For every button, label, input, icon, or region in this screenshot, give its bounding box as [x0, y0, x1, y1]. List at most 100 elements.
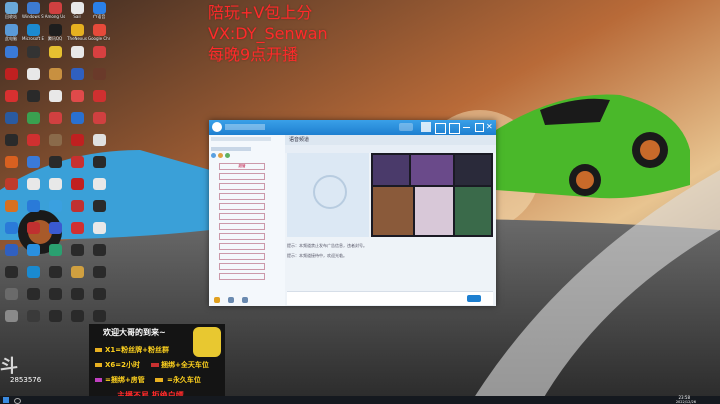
desktop-icon[interactable]	[66, 198, 88, 220]
desktop-icon[interactable]	[66, 176, 88, 198]
desktop-icon[interactable]	[22, 176, 44, 198]
minimize-icon[interactable]	[463, 127, 470, 128]
desktop-icon[interactable]	[88, 88, 110, 110]
room-tabs[interactable]	[285, 145, 496, 153]
desktop-icon[interactable]: Sail	[66, 0, 88, 22]
desktop-icon[interactable]	[44, 286, 66, 308]
desktop-icon[interactable]	[22, 44, 44, 66]
home-icon[interactable]	[421, 122, 431, 132]
avatar[interactable]	[212, 122, 222, 132]
desktop-icon[interactable]	[22, 154, 44, 176]
member-row[interactable]: 超管	[211, 163, 265, 170]
desktop-icon[interactable]	[22, 198, 44, 220]
desktop-icon[interactable]	[0, 154, 22, 176]
desktop-icon[interactable]: Google Chrome	[88, 22, 110, 44]
member-row[interactable]	[211, 203, 265, 210]
send-button[interactable]	[467, 295, 481, 302]
desktop-icon[interactable]	[66, 220, 88, 242]
side-footer-toolbar[interactable]	[211, 295, 283, 305]
desktop-icon[interactable]	[22, 286, 44, 308]
desktop-icon[interactable]	[66, 132, 88, 154]
desktop-icon[interactable]	[22, 110, 44, 132]
desktop-icon[interactable]	[66, 242, 88, 264]
desktop-icon[interactable]	[88, 154, 110, 176]
desktop-icon[interactable]: Microsoft Edge	[22, 22, 44, 44]
member-row[interactable]	[211, 243, 265, 250]
desktop-icon[interactable]	[22, 264, 44, 286]
desktop-icon[interactable]	[88, 198, 110, 220]
settings-icon[interactable]	[449, 123, 460, 134]
desktop-icon[interactable]	[88, 66, 110, 88]
desktop-icon[interactable]	[22, 220, 44, 242]
channel-group[interactable]	[211, 147, 251, 151]
desktop-icon[interactable]	[44, 220, 66, 242]
desktop-icon[interactable]: YY语音	[88, 0, 110, 22]
desktop-icon[interactable]	[66, 308, 88, 330]
desktop-icon[interactable]	[88, 220, 110, 242]
headset-icon[interactable]	[241, 297, 248, 303]
search-icon[interactable]	[14, 398, 21, 404]
desktop-icon[interactable]	[88, 176, 110, 198]
desktop-icon[interactable]	[0, 132, 22, 154]
desktop-icon[interactable]	[66, 154, 88, 176]
desktop-icon[interactable]	[0, 286, 22, 308]
desktop-icon[interactable]	[44, 198, 66, 220]
desktop-icon[interactable]: Among Us	[44, 0, 66, 22]
desktop-icon[interactable]	[66, 66, 88, 88]
qq-voice-window[interactable]: ✕ 超管 语音频道 提示：本频道禁止发布广告信息，违者封号。 提示：本频道接待中…	[209, 120, 496, 306]
desktop-icon[interactable]: 此电脑	[0, 22, 22, 44]
desktop-icon[interactable]	[0, 44, 22, 66]
member-row[interactable]	[211, 193, 265, 200]
desktop-icon[interactable]	[66, 110, 88, 132]
desktop-icon[interactable]	[44, 88, 66, 110]
message-input[interactable]	[287, 291, 493, 305]
desktop-icon[interactable]	[44, 154, 66, 176]
desktop-icon[interactable]	[0, 88, 22, 110]
desktop-icon[interactable]	[66, 44, 88, 66]
desktop-icon[interactable]	[0, 66, 22, 88]
member-row[interactable]	[211, 213, 265, 220]
desktop-icon[interactable]	[44, 264, 66, 286]
desktop-icon[interactable]: TheNexus	[66, 22, 88, 44]
member-row[interactable]	[211, 273, 265, 280]
clock-date[interactable]: 2022/12/26	[676, 400, 696, 404]
start-icon[interactable]	[3, 397, 9, 403]
desktop-icon[interactable]	[88, 132, 110, 154]
desktop-icon[interactable]	[0, 176, 22, 198]
desktop-icon[interactable]	[66, 264, 88, 286]
desktop-icon[interactable]	[0, 264, 22, 286]
desktop-icon[interactable]	[88, 264, 110, 286]
desktop-icon[interactable]	[0, 308, 22, 330]
desktop-icon[interactable]: 回收站	[0, 0, 22, 22]
desktop-icon[interactable]	[88, 44, 110, 66]
desktop-icon[interactable]	[88, 286, 110, 308]
desktop-icon[interactable]	[22, 308, 44, 330]
close-icon[interactable]: ✕	[486, 122, 493, 131]
member-row[interactable]	[211, 253, 265, 260]
desktop-icon[interactable]	[22, 132, 44, 154]
desktop-icon[interactable]	[44, 176, 66, 198]
member-row[interactable]	[211, 173, 265, 180]
taskbar[interactable]: 23:58 2022/12/26	[0, 396, 720, 404]
desktop-icon[interactable]	[0, 220, 22, 242]
member-row[interactable]	[211, 263, 265, 270]
desktop-icon[interactable]	[0, 242, 22, 264]
desktop-icon[interactable]	[22, 242, 44, 264]
desktop-icon[interactable]	[44, 44, 66, 66]
member-row[interactable]	[211, 223, 265, 230]
window-titlebar[interactable]: ✕	[209, 120, 496, 135]
desktop-icon[interactable]	[44, 110, 66, 132]
desktop-icon[interactable]: Windows Startup	[22, 0, 44, 22]
desktop-icon[interactable]	[22, 88, 44, 110]
maximize-icon[interactable]	[475, 123, 484, 132]
desktop-icon[interactable]	[44, 242, 66, 264]
desktop-icon[interactable]	[0, 110, 22, 132]
desktop-icon[interactable]	[44, 66, 66, 88]
desktop-icon[interactable]	[66, 88, 88, 110]
mic-icon[interactable]	[214, 297, 220, 303]
member-row[interactable]	[211, 183, 265, 190]
desktop-icon[interactable]: 腾讯QQ	[44, 22, 66, 44]
channel-member-list[interactable]: 超管	[209, 135, 286, 306]
desktop-icon[interactable]	[88, 110, 110, 132]
desktop-icon[interactable]	[44, 308, 66, 330]
